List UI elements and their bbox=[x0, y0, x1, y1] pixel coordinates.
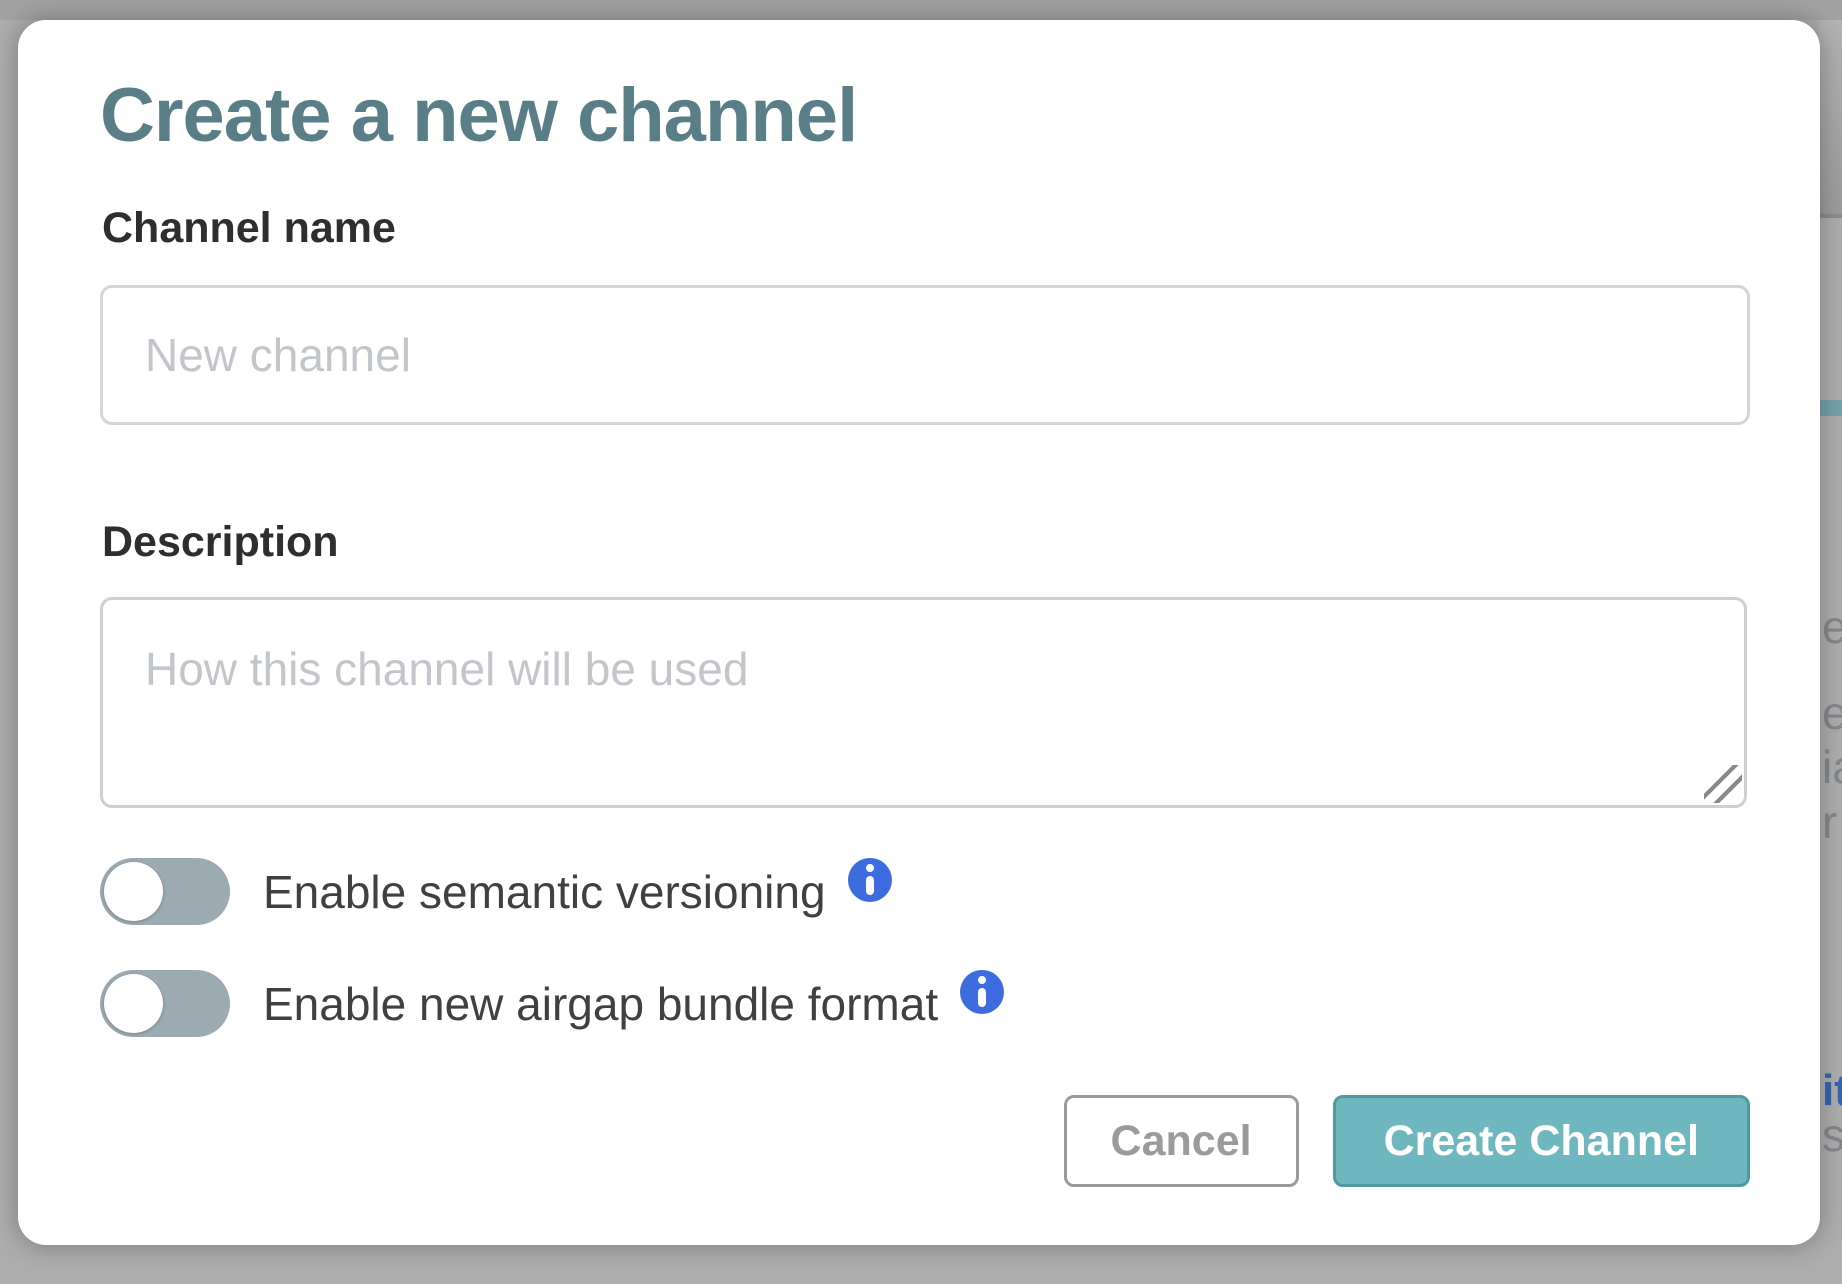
background-clipped-text: ia bbox=[1822, 740, 1842, 794]
semantic-versioning-label: Enable semantic versioning bbox=[263, 865, 826, 919]
toggle-knob bbox=[104, 862, 163, 921]
description-field-wrap bbox=[100, 597, 1747, 808]
toggle-knob bbox=[104, 974, 163, 1033]
background-clipped-text: s bbox=[1822, 1108, 1842, 1162]
semantic-versioning-row: Enable semantic versioning bbox=[100, 858, 892, 925]
background-teal-bar bbox=[1819, 400, 1842, 416]
create-channel-button[interactable]: Create Channel bbox=[1333, 1095, 1750, 1187]
airgap-bundle-row: Enable new airgap bundle format bbox=[100, 970, 1004, 1037]
info-icon[interactable] bbox=[960, 970, 1004, 1014]
info-icon[interactable] bbox=[848, 858, 892, 902]
background-header-divider bbox=[1819, 214, 1842, 218]
cancel-button[interactable]: Cancel bbox=[1064, 1095, 1299, 1187]
background-clipped-text: e bbox=[1822, 600, 1842, 654]
channel-name-label: Channel name bbox=[102, 204, 396, 253]
background-clipped-text: e bbox=[1822, 686, 1842, 740]
modal-title: Create a new channel bbox=[100, 72, 857, 159]
description-label: Description bbox=[102, 518, 339, 567]
channel-name-input[interactable] bbox=[100, 285, 1750, 425]
background-clipped-text: r bbox=[1822, 795, 1837, 849]
background-top-band bbox=[0, 0, 1842, 20]
description-textarea[interactable] bbox=[100, 597, 1747, 808]
create-channel-modal: Create a new channel Channel name Descri… bbox=[18, 20, 1820, 1245]
airgap-bundle-toggle[interactable] bbox=[100, 970, 230, 1037]
modal-footer-buttons: Cancel Create Channel bbox=[1064, 1095, 1750, 1187]
background-header-gradient bbox=[1819, 20, 1842, 214]
semantic-versioning-toggle[interactable] bbox=[100, 858, 230, 925]
airgap-bundle-label: Enable new airgap bundle format bbox=[263, 977, 938, 1031]
